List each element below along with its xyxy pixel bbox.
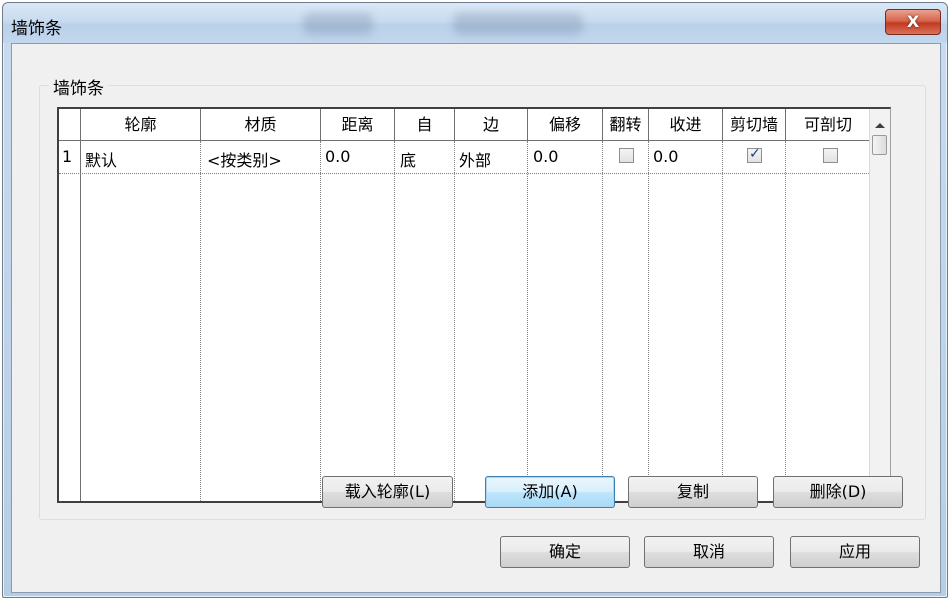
title-bar-blur (453, 13, 583, 35)
column-header-cuttable[interactable]: 可剖切 (786, 109, 871, 141)
cell-material[interactable]: <按类别> (207, 147, 282, 171)
cell-offset[interactable]: 0.0 (533, 147, 558, 166)
grid-line (394, 141, 395, 501)
cell-distance[interactable]: 0.0 (325, 147, 350, 166)
dialog-window: 墙饰条 X 墙饰条 轮廓 材质 距离 自 边 偏移 翻转 收进 剪切墙 可剖切 (2, 2, 948, 598)
apply-button[interactable]: 应用 (790, 536, 920, 568)
cuttable-checkbox[interactable] (823, 148, 838, 163)
column-header-material[interactable]: 材质 (201, 109, 321, 141)
grid-line (200, 141, 201, 501)
grid-line (785, 141, 786, 501)
grid-line (722, 141, 723, 501)
cell-profile[interactable]: 默认 (85, 147, 117, 171)
load-profile-button[interactable]: 载入轮廓(L) (322, 476, 453, 508)
cell-setback[interactable]: 0.0 (653, 147, 678, 166)
scrollbar-thumb[interactable] (872, 135, 887, 155)
grid-line (648, 141, 649, 501)
title-bar-blur (303, 13, 373, 35)
column-header-side[interactable]: 边 (455, 109, 528, 141)
row-header-corner (59, 109, 81, 141)
grid-line (454, 141, 455, 501)
grid-line (80, 141, 81, 501)
close-button[interactable]: X (885, 9, 941, 35)
vertical-scrollbar[interactable] (869, 109, 890, 501)
close-icon: X (906, 12, 920, 31)
title-bar[interactable]: 墙饰条 X (3, 3, 947, 43)
cell-from[interactable]: 底 (400, 147, 416, 171)
cancel-button[interactable]: 取消 (644, 536, 774, 568)
cuts-wall-checkbox[interactable] (747, 146, 762, 163)
ok-button[interactable]: 确定 (500, 536, 630, 568)
window-title: 墙饰条 (11, 19, 62, 39)
column-header-profile[interactable]: 轮廓 (81, 109, 201, 141)
add-button[interactable]: 添加(A) (485, 476, 615, 508)
delete-button[interactable]: 删除(D) (773, 476, 903, 508)
group-label: 墙饰条 (49, 74, 108, 99)
column-header-offset[interactable]: 偏移 (528, 109, 603, 141)
grid-line (320, 141, 321, 501)
grid-line (527, 141, 528, 501)
grid-line (59, 173, 871, 174)
cell-side[interactable]: 外部 (459, 147, 491, 171)
row-index[interactable]: 1 (62, 147, 72, 166)
copy-button[interactable]: 复制 (628, 476, 758, 508)
scroll-up-icon[interactable] (875, 123, 885, 128)
column-header-from[interactable]: 自 (395, 109, 455, 141)
column-header-flip[interactable]: 翻转 (603, 109, 649, 141)
sweeps-table[interactable]: 轮廓 材质 距离 自 边 偏移 翻转 收进 剪切墙 可剖切 1 默认 <按类别>… (57, 107, 891, 503)
column-header-setback[interactable]: 收进 (649, 109, 723, 141)
column-header-distance[interactable]: 距离 (321, 109, 395, 141)
column-header-cuts-wall[interactable]: 剪切墙 (723, 109, 786, 141)
grid-line (602, 141, 603, 501)
flip-checkbox[interactable] (619, 148, 634, 163)
dialog-client-area: 墙饰条 轮廓 材质 距离 自 边 偏移 翻转 收进 剪切墙 可剖切 1 默认 <… (11, 43, 941, 593)
